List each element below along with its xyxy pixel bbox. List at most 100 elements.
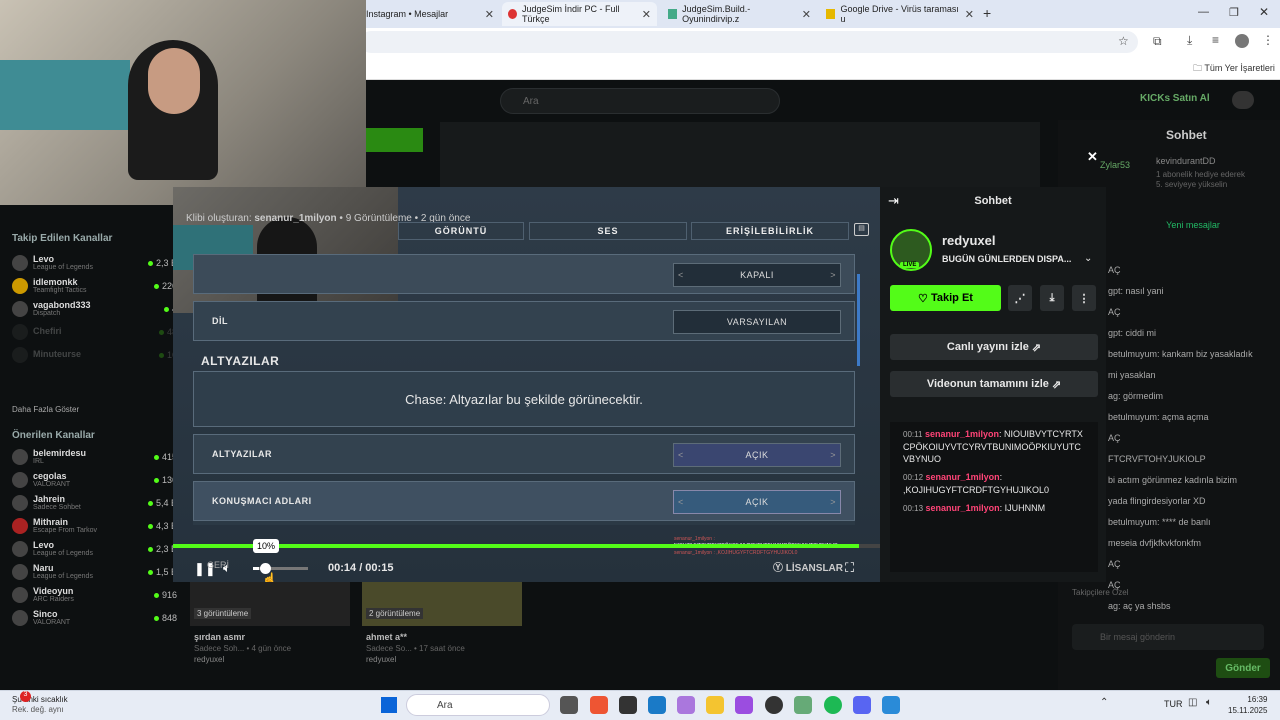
sidebar: Takip Edilen Kanallar Levo League of Lege… <box>0 205 177 690</box>
tab-google-drive[interactable]: Google Drive - Virüs taraması u ✕ <box>820 2 980 26</box>
close-icon[interactable]: ✕ <box>1087 149 1098 165</box>
chat-lines: AÇ gpt: nasıl yani AÇ gpt: ciddi mi betulmuy… <box>1108 265 1253 611</box>
download-icon[interactable]: ⤓ <box>1187 33 1192 48</box>
scrollbar[interactable] <box>857 274 860 366</box>
follow-button[interactable]: ♡ Takip Et <box>890 285 1001 311</box>
streamer-name[interactable]: redyuxel <box>942 233 995 248</box>
gamepad-icon[interactable]: ▤ <box>854 223 869 236</box>
clip-card[interactable]: ahmet a** Sadece So... • 17 saat önce redy… <box>366 632 465 665</box>
avatar <box>12 448 28 465</box>
close-icon[interactable]: ✕ <box>965 8 974 21</box>
spotify-icon[interactable] <box>824 696 842 714</box>
setting-row-speaker-names: KONUŞMACI ADLARI < AÇIK > <box>193 481 855 521</box>
fullscreen-icon[interactable]: ⛶ <box>845 560 854 576</box>
app-icon[interactable] <box>882 696 900 714</box>
clip-thumbnail[interactable]: 2 görüntüleme <box>362 582 522 626</box>
channel-item[interactable]: Jahrein Sadece Sohbet 5,4 B <box>12 491 177 514</box>
channel-item[interactable]: Videoyun ARC Raiders 916 <box>12 583 177 606</box>
chat-input[interactable]: Bir mesaj gönderin <box>1072 624 1264 650</box>
close-icon[interactable]: ✕ <box>802 8 811 21</box>
setting-select[interactable]: VARSAYILAN <box>673 310 841 334</box>
star-icon[interactable]: ☆ <box>1118 34 1129 48</box>
minimize-icon[interactable]: — <box>1198 6 1209 18</box>
clip-card[interactable]: şırdan asmr Sadece Soh... • 4 gün önce red… <box>194 632 291 665</box>
language-indicator[interactable]: TUR <box>1164 699 1183 709</box>
obs-icon[interactable] <box>765 696 783 714</box>
channel-item[interactable]: cegolas VALORANT 136 <box>12 468 177 491</box>
close-window-icon[interactable]: ✕ <box>1259 5 1269 19</box>
task-view-icon[interactable] <box>560 696 578 714</box>
channel-item[interactable]: Naru League of Legends 1,5 B <box>12 560 177 583</box>
media-icon[interactable]: ≡ <box>1212 33 1219 47</box>
app-icon[interactable] <box>735 696 753 714</box>
tab-instagram[interactable]: Instagram • Mesajlar ✕ <box>360 2 500 26</box>
chat-message: 00:12 senanur_1milyon: ,KOJIHUGYFTCRDFTG… <box>903 472 1050 495</box>
watch-full-button[interactable]: Videonun tamamını izle ⇗ <box>890 371 1098 397</box>
setting-select[interactable]: < AÇIK > <box>673 443 841 467</box>
back-label[interactable]: GERİ <box>207 560 229 570</box>
close-icon[interactable]: ✕ <box>485 8 494 21</box>
external-link-icon: ⇗ <box>1051 378 1062 391</box>
channel-item[interactable]: belemirdesu IRL 415 <box>12 445 177 468</box>
close-icon[interactable]: ✕ <box>642 8 651 21</box>
setting-select[interactable]: < AÇIK > <box>673 490 841 514</box>
show-more-link[interactable]: Daha Fazla Göster <box>12 405 79 414</box>
new-tab-button[interactable]: + <box>983 5 991 21</box>
subtitle-preview: Chase: Altyazılar bu şekilde görünecekti… <box>193 371 855 427</box>
extensions-icon[interactable]: ⧉ <box>1153 34 1162 49</box>
license-label[interactable]: Ⓨ LİSANSLAR <box>773 559 843 574</box>
channel-item[interactable]: idlemonkk Teamfight Tactics 226 <box>12 274 177 297</box>
heart-icon: ♡ <box>918 292 931 305</box>
tab-oyunindir[interactable]: JudgeSim.Build.-Oyunindirvip.z ✕ <box>662 2 817 26</box>
capcut-icon[interactable] <box>619 696 637 714</box>
progress-track[interactable] <box>173 544 880 548</box>
tab-goruntu[interactable]: GÖRÜNTÜ <box>398 222 524 240</box>
green-banner <box>366 128 423 152</box>
send-button[interactable]: Gönder <box>1216 658 1270 678</box>
more-icon[interactable]: ⋮ <box>1072 285 1096 311</box>
channel-item[interactable]: Sinco VALORANT 848 <box>12 606 177 629</box>
folder-icon[interactable] <box>706 696 724 714</box>
taskbar: Şu anki sıcaklık Rek. değ. aynı 3 Ara <box>0 690 1280 720</box>
all-bookmarks[interactable]: 🗀 Tüm Yer İşaretleri <box>1193 61 1275 77</box>
tab-ses[interactable]: SES <box>529 222 687 240</box>
channel-item[interactable]: Minuteurse 16 <box>12 343 177 366</box>
discord-icon[interactable] <box>853 696 871 714</box>
edge-icon[interactable] <box>648 696 666 714</box>
setting-select[interactable]: < KAPALI > <box>673 263 841 287</box>
tray-chevron-icon[interactable]: ⌃ <box>1100 697 1108 708</box>
taskbar-search[interactable]: Ara <box>406 694 550 716</box>
channel-item[interactable]: Levo League of Legends 2,3 B <box>12 251 177 274</box>
kicks-button[interactable]: KICKs Satın Al <box>1140 93 1210 104</box>
settings-icon[interactable] <box>794 696 812 714</box>
channel-item[interactable]: Mithrain Escape From Tarkov 4,3 B <box>12 514 177 537</box>
share-icon[interactable]: ⋰ <box>1008 285 1032 311</box>
maximize-icon[interactable]: ❐ <box>1229 6 1239 19</box>
address-input[interactable] <box>360 31 1138 53</box>
couch-shape <box>0 60 130 130</box>
clip-thumbnail[interactable]: 3 görüntüleme <box>190 582 350 626</box>
chrome-icon[interactable] <box>590 696 608 714</box>
tab-erisilebilirlik[interactable]: ERİŞİLEBİLİRLİK <box>691 222 849 240</box>
avatar[interactable] <box>1232 91 1254 109</box>
clock[interactable]: 16:39 15.11.2025 <box>1228 694 1267 716</box>
volume-tooltip: 10% <box>253 539 280 553</box>
download-icon[interactable]: ⤓ <box>1040 285 1064 311</box>
channel-item[interactable]: Levo League of Legends 2,3 B <box>12 537 177 560</box>
time-display: 00:14 / 00:15 <box>328 562 394 574</box>
channel-item[interactable]: vagabond333Dispatch4 <box>12 297 177 320</box>
search-input[interactable]: Ara <box>500 88 780 114</box>
menu-icon[interactable]: ⋮ <box>1262 33 1274 47</box>
channel-item[interactable]: Chefiri 48 <box>12 320 177 343</box>
speaker-icon[interactable]: 🔈︎ <box>1206 697 1212 708</box>
chevron-down-icon[interactable]: ⌄ <box>1084 253 1092 264</box>
network-icon[interactable]: ◫ <box>1188 697 1197 708</box>
setting-row-subtitles: ALTYAZILAR < AÇIK > <box>193 434 855 474</box>
recommended-title: Önerilen Kanallar <box>12 430 95 441</box>
avatar <box>12 563 28 580</box>
profile-avatar[interactable] <box>1235 34 1249 48</box>
windows-start-icon[interactable] <box>381 697 397 713</box>
copilot-icon[interactable] <box>677 696 695 714</box>
watch-live-button[interactable]: Canlı yayını izle ⇗ <box>890 334 1098 360</box>
tab-judgesim[interactable]: JudgeSim İndir PC - Full Türkçe ✕ <box>502 2 657 26</box>
